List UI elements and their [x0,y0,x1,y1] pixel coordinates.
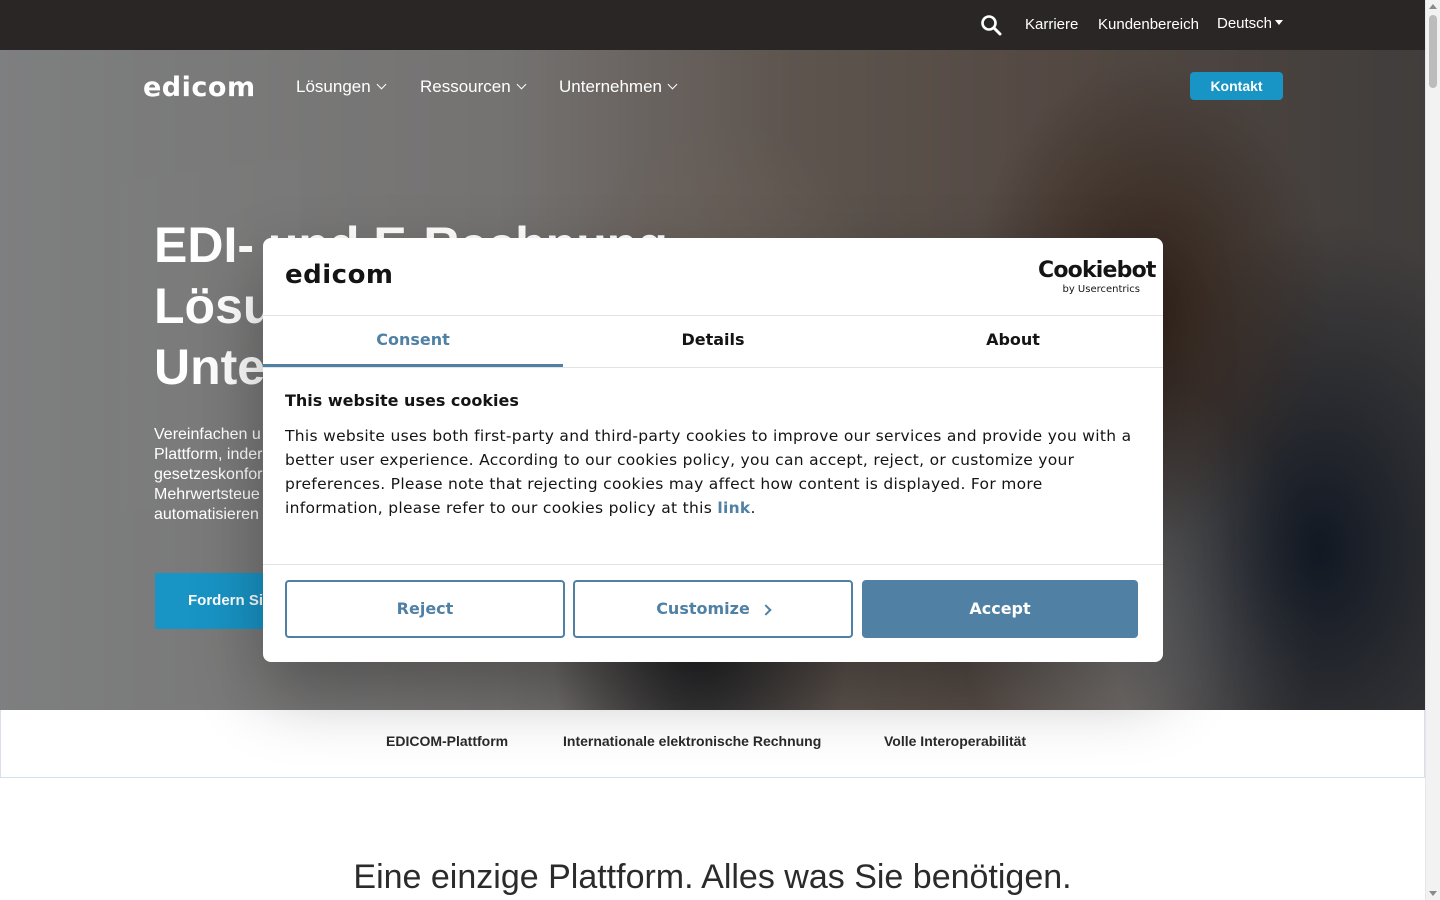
accept-button[interactable]: Accept [862,580,1138,638]
dialog-tabs: Consent Details About [263,316,1163,368]
cookiebot-logo[interactable]: Cookiebot by Usercentrics [1038,258,1156,295]
cookie-policy-link[interactable]: link [717,499,750,517]
customize-label: Customize [656,599,750,618]
dialog-text-main: This website uses both first-party and t… [285,427,1132,517]
page-scrollbar[interactable] [1425,0,1440,900]
page: Karriere Kundenbereich Deutsch edicom Lö… [0,0,1425,900]
scrollbar-thumb[interactable] [1429,15,1437,88]
tab-about[interactable]: About [863,316,1163,367]
scroll-up-icon[interactable] [1429,4,1437,9]
cookiebot-brand: Cookiebot [1038,258,1156,283]
dialog-heading: This website uses cookies [285,391,519,410]
dialog-logo: edicom [285,260,394,290]
dialog-header: edicom Cookiebot by Usercentrics [263,238,1163,316]
customize-button[interactable]: Customize [573,580,853,638]
dialog-footer: Reject Customize Accept [263,564,1163,662]
cookie-consent-dialog: edicom Cookiebot by Usercentrics Consent… [263,238,1163,662]
dialog-text-end: . [750,499,756,517]
dialog-text: This website uses both first-party and t… [285,424,1141,520]
dialog-body: This website uses cookies This website u… [285,390,1141,520]
reject-button[interactable]: Reject [285,580,565,638]
tab-consent[interactable]: Consent [263,316,563,367]
tab-details[interactable]: Details [563,316,863,367]
chevron-right-icon [760,604,772,616]
scroll-down-icon[interactable] [1429,891,1437,896]
cookiebot-byline: by Usercentrics [1062,284,1140,295]
